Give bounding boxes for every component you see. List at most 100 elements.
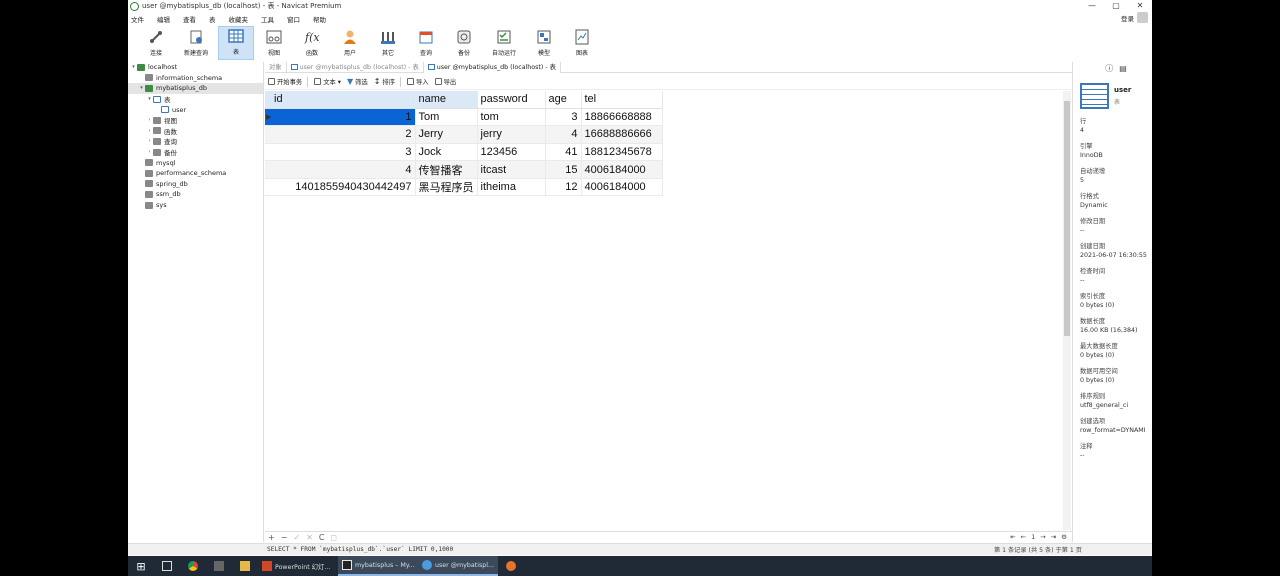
toolbar-model-button[interactable]: 模型 <box>526 26 562 60</box>
minimize-button[interactable]: — <box>1080 0 1104 12</box>
discard-changes-button[interactable]: ✕ <box>306 533 313 542</box>
menu-edit[interactable]: 编辑 <box>157 14 170 24</box>
menu-table[interactable]: 表 <box>209 14 216 24</box>
stop-button[interactable]: ◻ <box>330 533 337 542</box>
tab-objects[interactable]: 对象 <box>265 61 287 73</box>
close-button[interactable]: ✕ <box>1128 0 1152 12</box>
tree-node[interactable]: ▾ 表 <box>128 94 263 105</box>
cell-age[interactable]: 15 <box>545 160 582 179</box>
next-page-button[interactable]: → <box>1040 533 1045 541</box>
taskbar-app-powerpoint[interactable]: PowerPoint 幻灯... <box>258 556 338 576</box>
cell-name[interactable]: Tom <box>415 108 478 127</box>
sort-button[interactable]: ↕ 排序 <box>374 76 401 87</box>
table-row[interactable]: 1 Tom tom 3 18866668888 <box>265 108 663 127</box>
cell-password[interactable]: tom <box>477 108 546 127</box>
expand-chevron-icon[interactable]: › <box>146 117 153 123</box>
menu-file[interactable]: 文件 <box>131 14 144 24</box>
cell-id[interactable]: 4 <box>265 160 416 179</box>
toolbar-connection-button[interactable]: 连接 <box>138 26 174 60</box>
prev-page-button[interactable]: ← <box>1021 533 1026 541</box>
cell-password[interactable]: itcast <box>477 160 546 179</box>
table-row[interactable]: 4 传智播客 itcast 15 4006184000 <box>265 160 663 179</box>
taskbar-app-navicat[interactable]: user @mybatispl... <box>418 556 498 576</box>
start-button[interactable]: ⊞ <box>128 556 154 576</box>
cell-password[interactable]: 123456 <box>477 143 546 162</box>
collapse-chevron-icon[interactable]: ▾ <box>146 96 153 102</box>
tree-node[interactable]: ▾ localhost <box>128 62 263 73</box>
cell-id[interactable]: 1401855940430442497 <box>265 178 416 197</box>
tree-node[interactable]: › 查询 <box>128 136 263 147</box>
cell-name[interactable]: 传智播客 <box>415 160 478 179</box>
toolbar-chart-button[interactable]: 图表 <box>564 26 600 60</box>
task-view-button[interactable] <box>154 556 180 576</box>
cell-tel[interactable]: 4006184000 <box>581 178 663 197</box>
maximize-button[interactable]: ▢ <box>1104 0 1128 12</box>
tree-node[interactable]: sys <box>128 200 263 211</box>
text-view-button[interactable]: 文本 ▾ <box>314 77 341 86</box>
column-header-age[interactable]: age <box>545 91 582 109</box>
table-row[interactable]: 2 Jerry jerry 4 16688886666 <box>265 125 663 144</box>
menu-help[interactable]: 帮助 <box>313 14 326 24</box>
scrollbar-thumb[interactable] <box>1064 101 1070 336</box>
tree-node[interactable]: mysql <box>128 157 263 168</box>
chrome-button[interactable] <box>180 556 206 576</box>
toolbar-view-button[interactable]: 视图 <box>256 26 292 60</box>
column-header-name[interactable]: name <box>415 91 478 109</box>
filter-button[interactable]: ▼ 筛选 <box>347 77 368 86</box>
cell-name[interactable]: Jerry <box>415 125 478 144</box>
cell-name[interactable]: 黑马程序员 <box>415 178 478 197</box>
collapse-chevron-icon[interactable]: ▾ <box>138 85 145 91</box>
login-button[interactable]: 登录 <box>1121 12 1148 23</box>
file-explorer-button[interactable] <box>232 556 258 576</box>
toolbar-automation-button[interactable]: 自动运行 <box>484 26 524 60</box>
refresh-button[interactable]: C <box>319 533 325 542</box>
column-header-id[interactable]: id <box>265 91 416 109</box>
menu-window[interactable]: 窗口 <box>287 14 300 24</box>
delete-record-button[interactable]: − <box>281 533 288 542</box>
table-row[interactable]: 1401855940430442497 黑马程序员 itheima 12 4006184… <box>265 178 663 197</box>
tree-node[interactable]: › 函数 <box>128 126 263 137</box>
cell-tel[interactable]: 18812345678 <box>581 143 663 162</box>
export-button[interactable]: 导出 <box>434 77 456 86</box>
column-header-password[interactable]: password <box>477 91 546 109</box>
add-record-button[interactable]: + <box>268 533 275 542</box>
import-button[interactable]: 导入 <box>407 77 429 86</box>
expand-chevron-icon[interactable]: › <box>146 128 153 134</box>
expand-chevron-icon[interactable]: › <box>146 149 153 155</box>
cell-password[interactable]: itheima <box>477 178 546 197</box>
tree-node[interactable]: spring_db <box>128 179 263 190</box>
cell-password[interactable]: jerry <box>477 125 546 144</box>
page-settings-button[interactable]: ⚙ <box>1061 533 1067 541</box>
apply-changes-button[interactable]: ✓ <box>293 533 300 542</box>
tree-node[interactable]: ▾ mybatisplus_db <box>128 83 263 94</box>
first-page-button[interactable]: ⇤ <box>1010 533 1015 541</box>
begin-transaction-button[interactable]: 开始事务 <box>268 76 309 87</box>
table-row[interactable]: 3 Jock 123456 41 18812345678 <box>265 143 663 162</box>
toolbar-query-button[interactable]: 查询 <box>408 26 444 60</box>
calculator-button[interactable] <box>206 556 232 576</box>
cell-tel[interactable]: 16688886666 <box>581 125 663 144</box>
cell-age[interactable]: 12 <box>545 178 582 197</box>
page-number[interactable]: 1 <box>1031 533 1035 541</box>
cell-tel[interactable]: 18866668888 <box>581 108 663 127</box>
cell-name[interactable]: Jock <box>415 143 478 162</box>
info-icon[interactable]: ⓘ <box>1105 63 1113 74</box>
tree-node[interactable]: ssm_db <box>128 189 263 200</box>
tree-node[interactable]: information_schema <box>128 73 263 84</box>
menu-favorites[interactable]: 收藏夹 <box>229 14 249 24</box>
toolbar-other-button[interactable]: 其它 <box>370 26 406 60</box>
menu-tools[interactable]: 工具 <box>261 14 274 24</box>
column-header-tel[interactable]: tel <box>581 91 663 109</box>
tab-user-table-2[interactable]: user @mybatisplus_db (localhost) - 表 <box>423 61 561 73</box>
cell-age[interactable]: 41 <box>545 143 582 162</box>
toolbar-new-query-button[interactable]: 新建查询 <box>176 26 216 60</box>
tree-node[interactable]: performance_schema <box>128 168 263 179</box>
vertical-scrollbar[interactable] <box>1063 91 1071 530</box>
cell-id[interactable]: 1 <box>265 108 416 127</box>
toolbar-user-button[interactable]: 用户 <box>332 26 368 60</box>
cell-age[interactable]: 3 <box>545 108 582 127</box>
ddl-icon[interactable]: ▤ <box>1119 64 1127 73</box>
tree-node[interactable]: user <box>128 104 263 115</box>
tree-node[interactable]: › 备份 <box>128 147 263 158</box>
tab-user-table-1[interactable]: user @mybatisplus_db (localhost) - 表 <box>287 61 424 73</box>
